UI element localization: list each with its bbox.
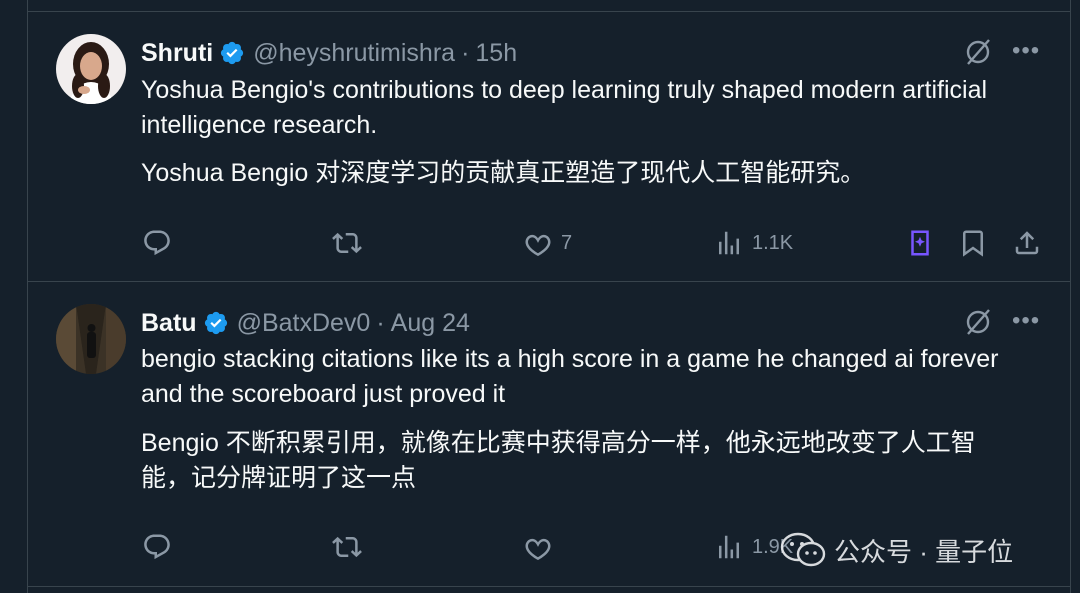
heart-icon [525, 538, 551, 560]
grok-icon[interactable] [964, 38, 992, 66]
separator-dot: · [376, 308, 385, 337]
retweet-button[interactable] [332, 530, 362, 564]
avatar-image [56, 304, 126, 374]
grok-analyze-button[interactable] [905, 226, 935, 260]
reply-button[interactable] [142, 530, 172, 564]
reply-icon [144, 534, 170, 560]
watermark: 公众号 · 量子位 [780, 530, 1013, 570]
tweet-1[interactable]: Shruti @heyshrutimishra · 15h ••• Yoshua… [28, 12, 1070, 282]
share-button[interactable] [1012, 226, 1042, 260]
tweet-time[interactable]: 15h [475, 39, 517, 68]
author-name[interactable]: Batu [141, 309, 197, 338]
author-name[interactable]: Shruti [141, 39, 213, 68]
tweet-actions: 7 1.1K [28, 226, 1070, 260]
divider [28, 586, 1070, 587]
retweet-button[interactable] [332, 226, 362, 260]
retweet-icon [332, 536, 362, 558]
grok-icon[interactable] [964, 308, 992, 336]
tweet-header: Shruti @heyshrutimishra · 15h [141, 38, 517, 68]
share-icon [1015, 231, 1039, 255]
tweet-translation: Bengio 不断积累引用，就像在比赛中获得高分一样，他永远地改变了人工智能，记… [141, 429, 976, 492]
bookmark-button[interactable] [958, 226, 988, 260]
view-count: 1.1K [752, 231, 794, 254]
more-options-button[interactable]: ••• [1012, 309, 1040, 338]
tweet-text: Yoshua Bengio's contributions to deep le… [141, 76, 988, 139]
grok-analyze-icon [911, 230, 929, 256]
separator-dot: · [461, 38, 470, 67]
avatar[interactable] [56, 34, 126, 104]
reply-button[interactable] [142, 226, 172, 260]
retweet-icon [332, 232, 362, 254]
author-handle[interactable]: @BatxDev0 [237, 309, 371, 338]
avatar[interactable] [56, 304, 126, 374]
tweet-time[interactable]: Aug 24 [391, 309, 470, 338]
like-button[interactable] [523, 530, 561, 564]
avatar-image [56, 34, 126, 104]
tweet-header: Batu @BatxDev0 · Aug 24 [141, 308, 470, 338]
like-button[interactable]: 7 [523, 226, 572, 260]
bookmark-icon [963, 230, 983, 257]
wechat-icon [780, 532, 826, 567]
views-icon [719, 535, 739, 559]
views-button[interactable]: 1.1K [714, 226, 793, 260]
verified-badge-icon [204, 311, 227, 335]
verified-badge-icon [221, 41, 244, 65]
like-count: 7 [561, 231, 573, 254]
more-options-button[interactable]: ••• [1012, 39, 1040, 68]
heart-icon [525, 234, 551, 256]
watermark-label: 公众号 · 量子位 [834, 536, 1014, 567]
views-icon [719, 231, 739, 255]
tweet-translation: Yoshua Bengio 对深度学习的贡献真正塑造了现代人工智能研究。 [141, 159, 866, 187]
timeline-page: Shruti @heyshrutimishra · 15h ••• Yoshua… [0, 0, 1080, 593]
author-handle[interactable]: @heyshrutimishra [253, 39, 455, 68]
reply-icon [144, 230, 170, 256]
tweet-text: bengio stacking citations like its a hig… [141, 345, 999, 408]
timeline-column: Shruti @heyshrutimishra · 15h ••• Yoshua… [27, 0, 1071, 593]
